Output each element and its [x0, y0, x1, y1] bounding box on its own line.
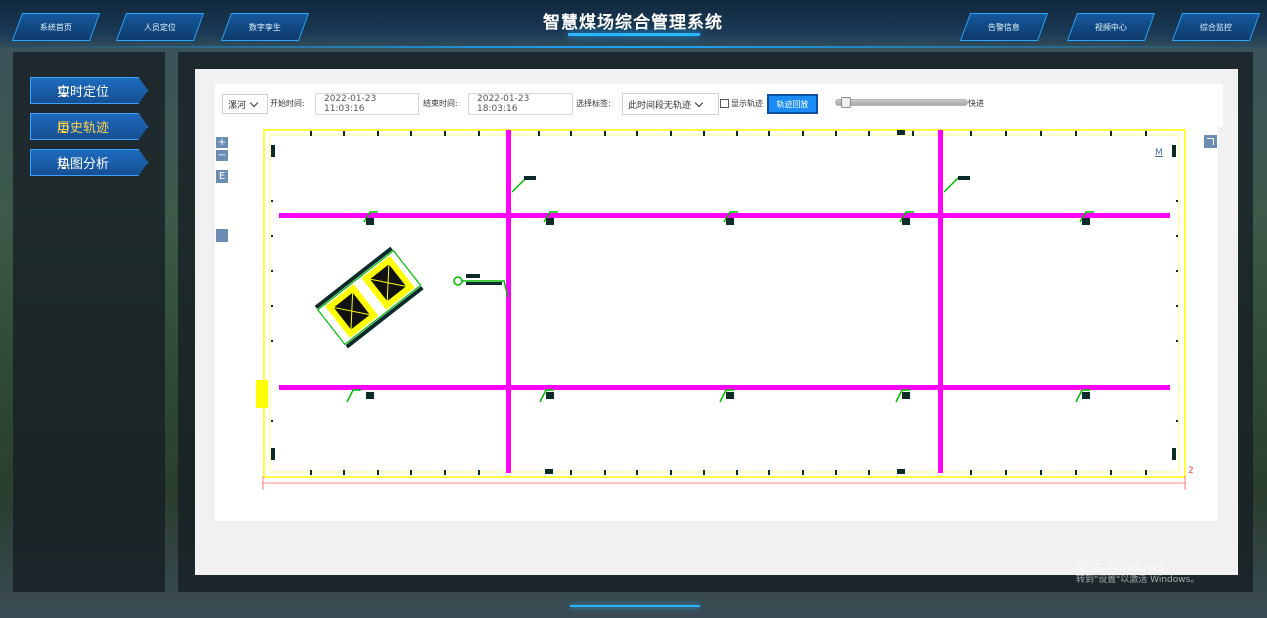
windows-activation-hint: 转到"设置"以激活 Windows。: [1076, 575, 1200, 585]
zoom-in-button[interactable]: +: [216, 137, 228, 148]
equipment-labels: [366, 176, 1090, 399]
column-markers-side: [271, 145, 1178, 460]
beam-col-left: [506, 130, 511, 473]
hopper-structure: [314, 246, 424, 349]
beam-upper: [279, 213, 1170, 218]
expand-icon[interactable]: [1204, 135, 1217, 148]
equipment-group: [346, 177, 1094, 403]
bottom-glow-line: [570, 605, 700, 607]
scale-label: M: [1155, 148, 1163, 158]
inner-wall: [269, 134, 1180, 473]
beam-col-right: [938, 130, 943, 473]
layer-button[interactable]: [216, 229, 228, 242]
floor-plan: [256, 129, 1186, 490]
beam-lower: [279, 385, 1170, 390]
e-button[interactable]: E: [216, 170, 228, 183]
corner-number: 2: [1188, 466, 1194, 476]
left-door: [256, 380, 268, 408]
zoom-out-button[interactable]: −: [216, 150, 228, 161]
